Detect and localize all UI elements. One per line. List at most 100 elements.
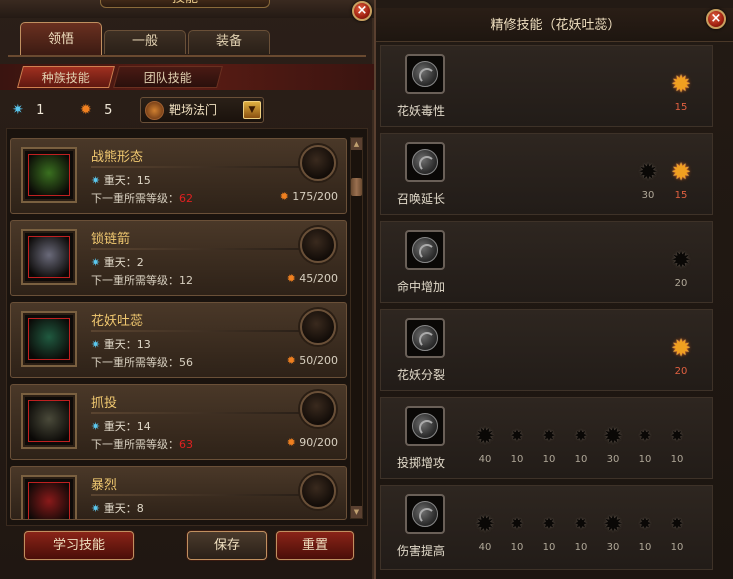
- refine-star[interactable]: ✸ 10: [565, 428, 597, 466]
- skill-name: 暴烈: [91, 478, 118, 493]
- star-value: 30: [641, 190, 655, 201]
- refine-star[interactable]: ✸ 10: [661, 428, 693, 466]
- skill-card[interactable]: 花妖吐蕊 ✷ 重天：13 下一重所需等级：56 ✹ 50/200: [10, 302, 347, 378]
- skill-icon: [28, 236, 70, 278]
- star-value: 10: [638, 454, 652, 465]
- blue-star-icon: ✷: [91, 256, 101, 269]
- blue-star-icon: ✷: [91, 420, 101, 433]
- refine-star[interactable]: ✹ 30: [597, 424, 629, 465]
- refine-star[interactable]: ✸ 10: [629, 514, 661, 554]
- skill-card[interactable]: 战熊形态 ✷ 重天：15 下一重所需等级：62 ✹ 175/200: [10, 138, 347, 214]
- refine-star[interactable]: ✹ 15: [665, 160, 697, 201]
- star-value: 10: [574, 454, 588, 465]
- tab-equipment[interactable]: 装备: [188, 30, 270, 54]
- refine-label: 伤害提高: [397, 544, 446, 558]
- star-icon: ✹: [602, 510, 624, 538]
- refine-star[interactable]: ✹ 40: [469, 424, 501, 465]
- star-value: 10: [574, 542, 588, 553]
- star-value: 10: [638, 542, 652, 553]
- orange-gem-icon: ✹: [286, 354, 296, 367]
- refine-star[interactable]: ✹ 15: [665, 72, 697, 113]
- skill-level: ✷ 重天：15: [91, 172, 151, 188]
- skill-upgrade-knob[interactable]: [300, 227, 336, 263]
- learn-skill-button[interactable]: 学习技能: [24, 531, 134, 560]
- save-button[interactable]: 保存: [187, 531, 267, 560]
- star-icon: ✸: [510, 426, 524, 445]
- orange-gem-icon: ✹: [80, 102, 92, 118]
- skills-window: 技能 × 领悟 一般 装备 种族技能 团队技能 ✷ 1 ✹ 5 靶场法门 ▼ 战…: [0, 0, 374, 579]
- refine-row: 花妖毒性 ✹ 15: [380, 45, 713, 127]
- requirement-label: 下一重所需等级：: [91, 274, 179, 287]
- star-icon: ✸: [542, 426, 556, 445]
- scrollbar[interactable]: ▲ ▼: [350, 137, 363, 519]
- scroll-thumb[interactable]: [351, 178, 362, 196]
- star-value: 10: [510, 542, 524, 553]
- skill-upgrade-knob[interactable]: [300, 309, 336, 345]
- star-icon: ✸: [638, 426, 652, 445]
- skill-icon-frame: [21, 475, 77, 519]
- refine-star[interactable]: ✹ 40: [469, 512, 501, 553]
- scroll-up-icon[interactable]: ▲: [351, 138, 362, 150]
- subtab-race-skills[interactable]: 种族技能: [17, 66, 115, 88]
- requirement-value: 63: [179, 438, 193, 451]
- chevron-down-icon[interactable]: ▼: [243, 101, 261, 119]
- school-emblem-icon: [145, 101, 164, 120]
- refine-skill-icon: [405, 230, 445, 270]
- skill-card[interactable]: 锁链箭 ✷ 重天：2 下一重所需等级：12 ✹ 45/200: [10, 220, 347, 296]
- star-value: 15: [674, 102, 688, 113]
- blue-star-icon: ✷: [91, 338, 101, 351]
- refine-label: 召唤延长: [397, 192, 446, 206]
- tab-general[interactable]: 一般: [104, 30, 186, 54]
- refine-star[interactable]: ✸ 10: [629, 426, 661, 466]
- skill-upgrade-knob[interactable]: [300, 473, 336, 509]
- star-icon: ✸: [670, 514, 684, 533]
- blue-points-value: 1: [36, 103, 45, 118]
- scroll-down-icon[interactable]: ▼: [351, 506, 362, 518]
- refine-star[interactable]: ✹ 30: [632, 160, 664, 201]
- subtab-label: 种族技能: [41, 71, 90, 85]
- dropdown-selected: 靶场法门: [169, 103, 218, 117]
- tab-comprehend[interactable]: 领悟: [20, 22, 102, 56]
- refine-skill-icon: [405, 494, 445, 534]
- skill-icon: [28, 400, 70, 442]
- refine-star[interactable]: ✹ 20: [665, 336, 697, 377]
- skill-card[interactable]: 抓投 ✷ 重天：14 下一重所需等级：63 ✹ 90/200: [10, 384, 347, 460]
- close-icon[interactable]: ×: [352, 1, 372, 21]
- star-value: 40: [478, 454, 492, 465]
- refine-star[interactable]: ✸ 10: [501, 516, 533, 554]
- swirl-icon: [412, 325, 438, 351]
- subtab-team-skills[interactable]: 团队技能: [113, 66, 223, 88]
- star-icon: ✹: [474, 510, 496, 538]
- skill-icon-frame: [21, 147, 77, 203]
- skill-upgrade-knob[interactable]: [300, 391, 336, 427]
- skill-upgrade-knob[interactable]: [300, 145, 336, 181]
- school-dropdown[interactable]: 靶场法门 ▼: [140, 97, 264, 123]
- skill-cost: ✹ 90/200: [287, 436, 338, 449]
- refine-star[interactable]: ✹ 30: [597, 512, 629, 553]
- star-icon: ✸: [638, 514, 652, 533]
- refine-star[interactable]: ✸ 10: [661, 514, 693, 554]
- refine-star[interactable]: ✸ 10: [501, 426, 533, 466]
- subtab-label: 团队技能: [143, 71, 192, 85]
- skill-level: ✷ 重天：2: [91, 254, 144, 270]
- star-value: 20: [674, 278, 688, 289]
- blue-star-icon: ✷: [91, 174, 101, 187]
- reset-button[interactable]: 重置: [276, 531, 354, 560]
- skill-card[interactable]: 暴烈 ✷ 重天：8: [10, 466, 347, 520]
- refine-star[interactable]: ✸ 10: [565, 516, 597, 554]
- skill-cost-value: 175/200: [292, 190, 338, 203]
- refine-star[interactable]: ✸ 10: [533, 426, 565, 466]
- skill-name: 抓投: [91, 396, 118, 411]
- orange-points: ✹ 5: [80, 98, 112, 122]
- refine-star[interactable]: ✹ 20: [665, 248, 697, 289]
- skill-level: ✷ 重天：8: [91, 500, 144, 516]
- skill-cost: ✹ 50/200: [287, 354, 338, 367]
- refine-star[interactable]: ✸ 10: [533, 516, 565, 554]
- skill-icon-frame: [21, 393, 77, 449]
- star-icon: ✹: [670, 70, 692, 98]
- requirement-label: 下一重所需等级：: [91, 438, 179, 451]
- blue-star-icon: ✷: [12, 102, 24, 118]
- skill-requirement: 下一重所需等级：56: [91, 354, 193, 370]
- star-icon: ✹: [474, 422, 496, 450]
- close-icon[interactable]: ×: [706, 9, 726, 29]
